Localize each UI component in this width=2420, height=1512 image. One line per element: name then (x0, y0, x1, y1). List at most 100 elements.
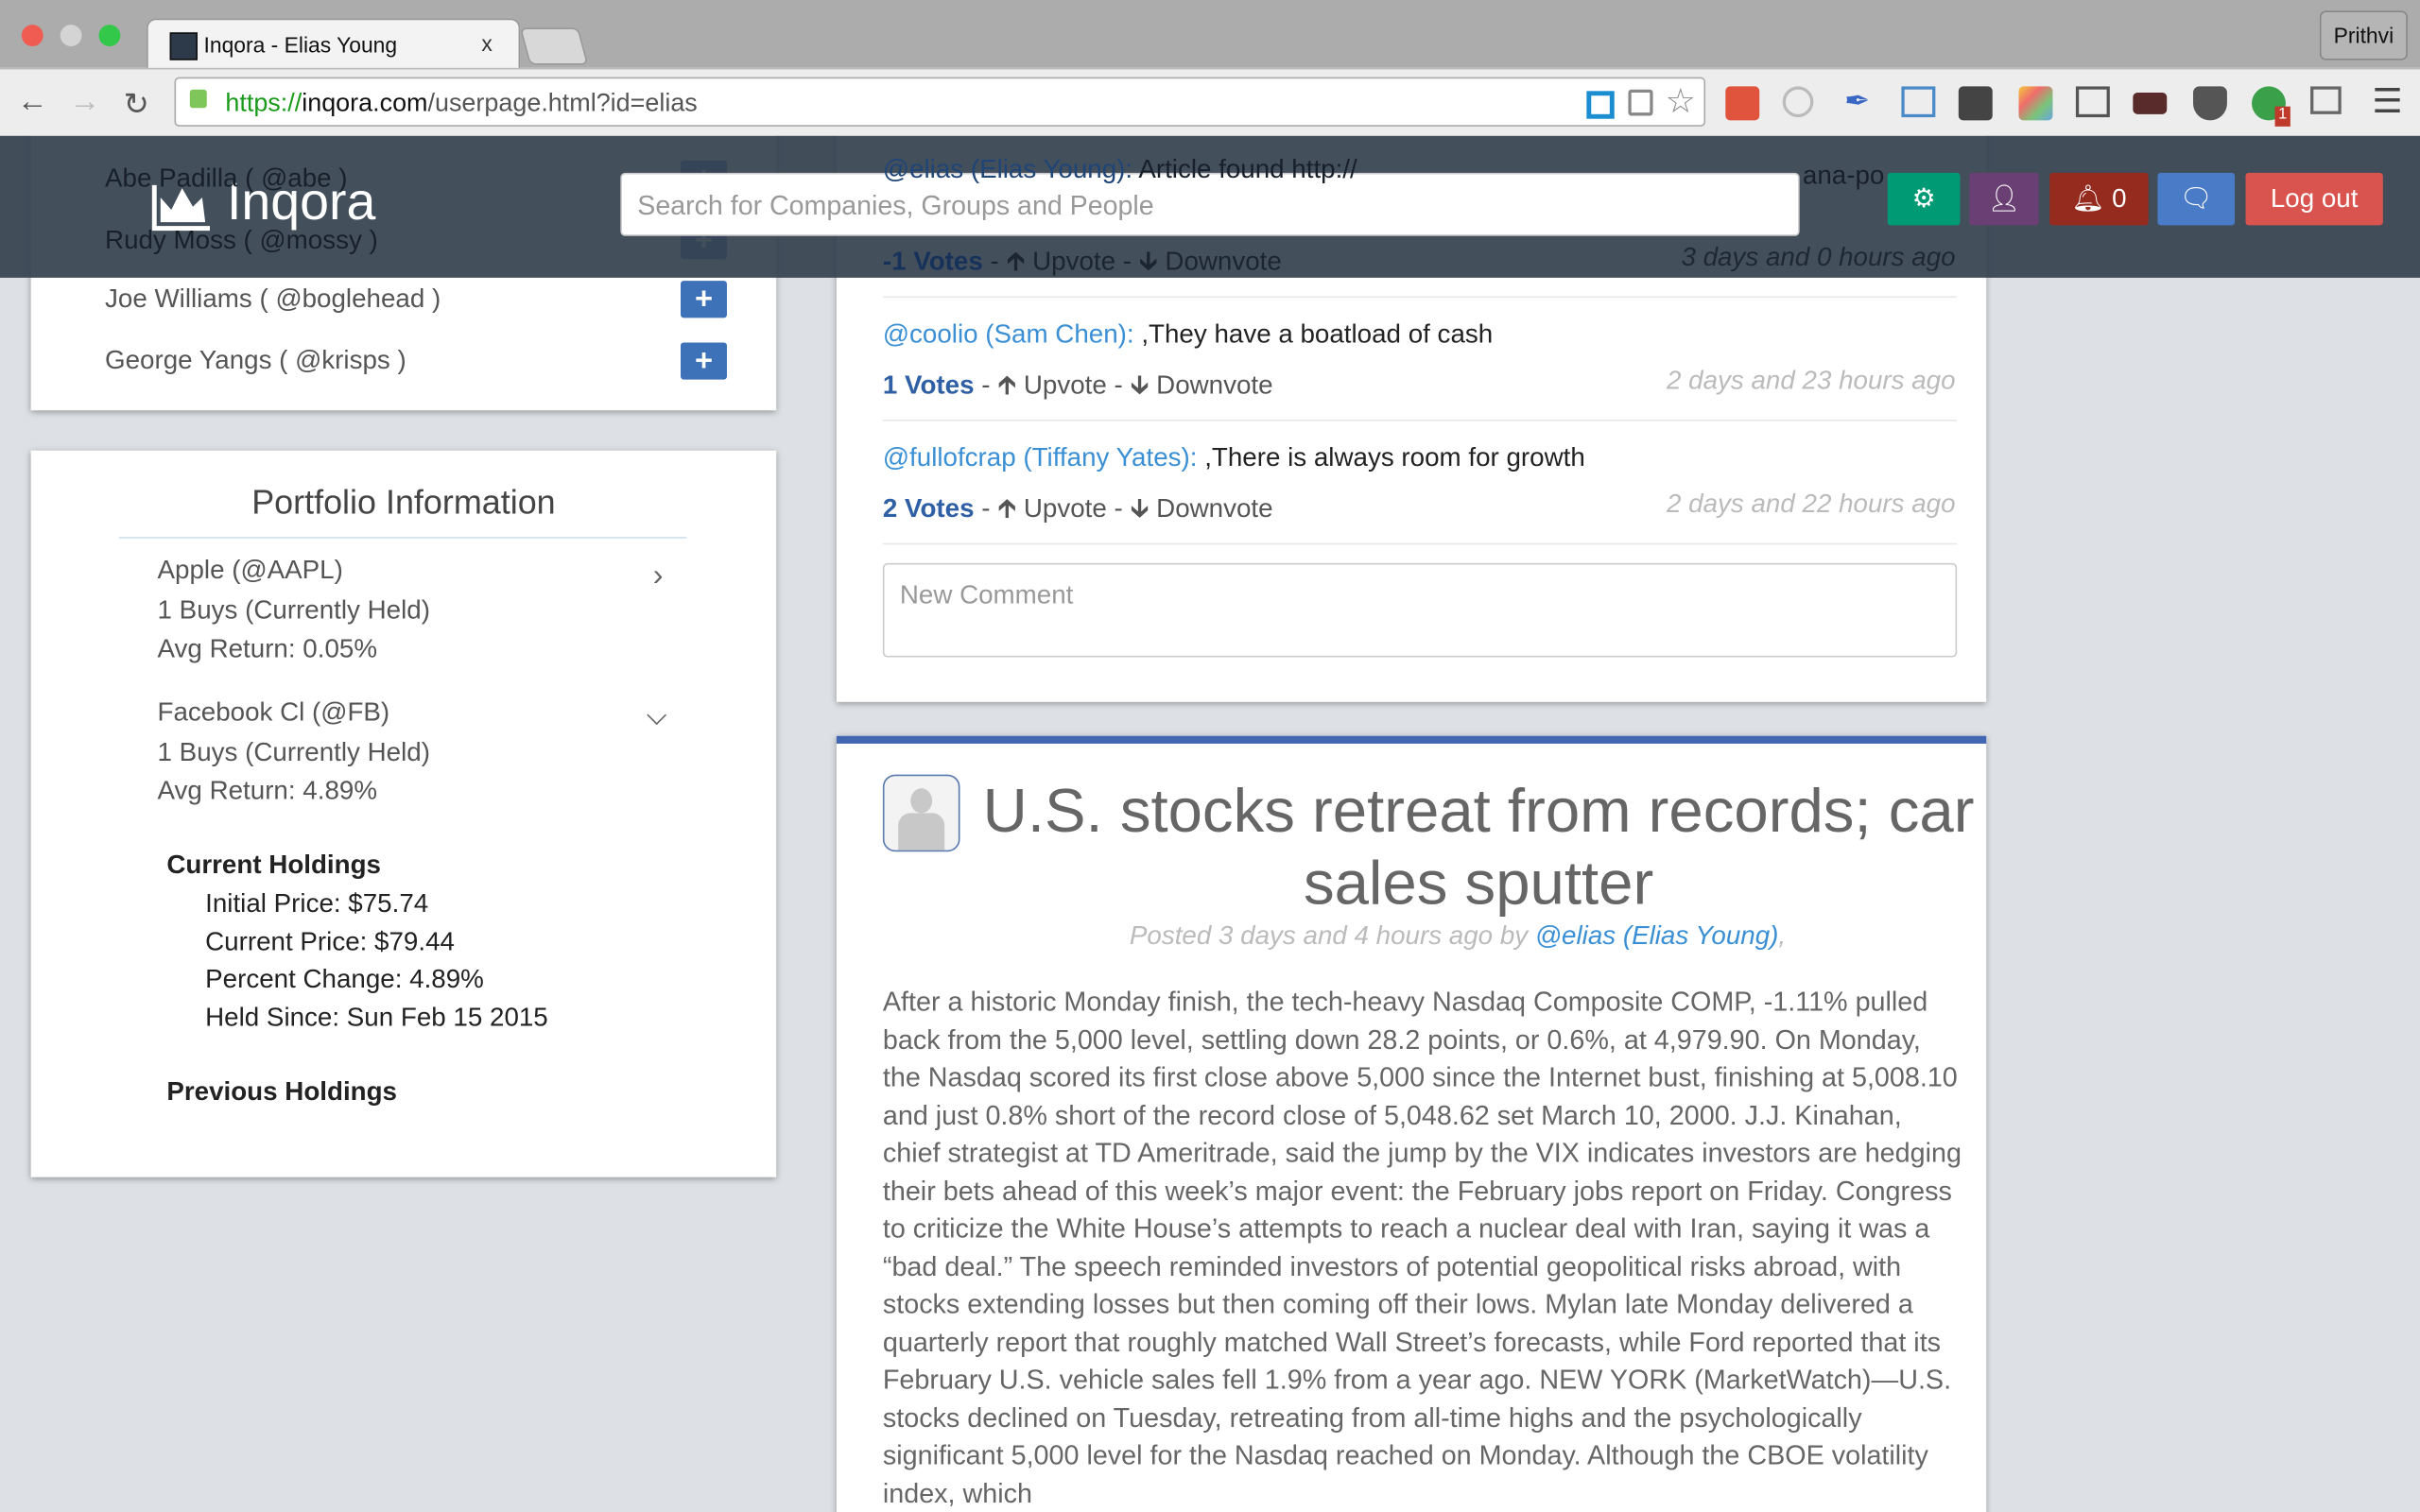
divider (118, 537, 687, 539)
stock-name: Apple (@AAPL) (157, 555, 343, 585)
profile-button[interactable]: 👤︎ (1969, 172, 2039, 226)
following-item[interactable]: George Yangs ( @krisps ) (105, 346, 406, 377)
portfolio-item-fb[interactable]: Facebook Cl (@FB) 1 Buys (Currently Held… (158, 693, 430, 811)
vote-row: 1 Votes - 🡱 Upvote - 🡳 Downvote (882, 369, 1273, 400)
comment: @fullofcrap (Tiffany Yates): ,There is a… (883, 443, 1585, 474)
vote-count: -1 Votes (882, 247, 983, 277)
close-window-button[interactable] (21, 25, 43, 46)
article-title: U.S. stocks retreat from records; car sa… (982, 777, 1975, 919)
pdf-extension-icon[interactable] (1725, 86, 1760, 121)
device-mode-icon[interactable] (1628, 89, 1653, 116)
vote-count: 1 Votes (882, 369, 975, 400)
screen-share-icon[interactable] (2310, 86, 2342, 114)
url-path: /userpage.html?id=elias (427, 89, 698, 118)
browser-toolbar: ← → ↻ https://inqora.com/userpage.html?i… (0, 67, 2420, 136)
holding-current-price: Current Price: $79.44 (205, 927, 455, 957)
article-meta: Posted 3 days and 4 hours ago by @elias … (1129, 920, 1787, 951)
notifications-button[interactable]: 🔔︎ 0 (2049, 172, 2149, 226)
screenshot-icon[interactable] (1901, 86, 1936, 118)
following-item[interactable]: Joe Williams ( @boglehead ) (105, 284, 441, 315)
settings-button[interactable]: ⚙ (1887, 172, 1961, 226)
holding-held-since: Held Since: Sun Feb 15 2015 (205, 1003, 548, 1033)
address-bar[interactable]: https://inqora.com/userpage.html?id=elia… (174, 77, 1706, 127)
pocket-icon[interactable] (2192, 86, 2227, 121)
article-author-link[interactable]: @elias (Elias Young) (1535, 921, 1779, 951)
comment-author-link[interactable]: @fullofcrap (Tiffany Yates): (883, 443, 1198, 472)
search-extension-icon[interactable] (1782, 86, 1814, 118)
downvote-button[interactable]: 🡳 Downvote (1139, 247, 1282, 276)
notification-count: 0 (2112, 183, 2127, 214)
stock-avg-return: Avg Return: 4.89% (157, 776, 378, 806)
following-item[interactable]: Rudy Moss ( @mossy ) (105, 225, 378, 256)
downvote-button[interactable]: 🡳 Downvote (1131, 370, 1273, 400)
stock-buys: 1 Buys (Currently Held) (157, 594, 430, 625)
url-host: inqora.com (302, 89, 428, 118)
comment-text: ,They have a boatload of cash (1133, 318, 1494, 349)
posted-text: Posted 3 days and 4 hours ago by (1129, 920, 1535, 951)
incognito-extension-icon[interactable] (2133, 92, 2168, 114)
bell-icon: 🔔︎ (2071, 183, 2105, 214)
stock-buys: 1 Buys (Currently Held) (157, 736, 430, 766)
upvote-button[interactable]: 🡱 Upvote (997, 493, 1107, 523)
browser-tab[interactable]: Inqora - Elias Young x (147, 18, 521, 72)
current-holdings-heading: Current Holdings (166, 850, 382, 880)
lock-icon (189, 89, 207, 109)
messages-button[interactable]: 🗨︎ (2157, 172, 2236, 226)
comment-text: ,There is always room for growth (1197, 442, 1585, 472)
vote-count: 2 Votes (882, 493, 975, 524)
comment: @coolio (Sam Chen): ,They have a boatloa… (883, 319, 1493, 351)
comment-timestamp: 2 days and 22 hours ago (1667, 489, 1956, 519)
logout-button[interactable]: Log out (2245, 172, 2383, 226)
upvote-button[interactable]: 🡱 Upvote (1006, 247, 1115, 276)
new-tab-button[interactable] (519, 27, 589, 65)
maximize-window-button[interactable] (98, 25, 121, 46)
gear-icon: ⚙ (1911, 183, 1936, 214)
divider (882, 420, 1958, 421)
comment-author-link[interactable]: @coolio (Sam Chen): (883, 319, 1134, 349)
comment-timestamp: 3 days and 0 hours ago (1681, 242, 1956, 272)
inqora-favicon-icon (169, 32, 198, 60)
url-protocol: https:// (225, 89, 302, 118)
back-icon[interactable]: ← (17, 85, 48, 121)
minimize-window-button[interactable] (60, 25, 82, 46)
profile-button[interactable]: Prithvi (2319, 10, 2408, 60)
forward-icon[interactable]: → (69, 85, 100, 121)
film-icon[interactable] (1958, 86, 1993, 121)
comment-author-link[interactable]: @elias (Elias Young): (883, 154, 1132, 183)
eyedropper-icon[interactable]: ✒ (1844, 82, 1870, 121)
new-comment-input[interactable]: New Comment (882, 562, 1958, 658)
holding-percent-change: Percent Change: 4.89% (205, 964, 484, 994)
tab-title: Inqora - Elias Young (203, 32, 398, 58)
add-follow-button[interactable]: + (680, 281, 727, 318)
divider (882, 542, 1958, 545)
following-item[interactable]: Abe Padilla ( @abe ) (105, 163, 348, 195)
user-icon: 👤︎ (1987, 183, 2021, 214)
add-follow-button[interactable]: + (680, 342, 727, 380)
k-extension-icon[interactable] (2018, 86, 2053, 121)
reload-icon[interactable]: ↻ (124, 85, 149, 124)
chat-bubble-icon: 🗨︎ (2179, 183, 2213, 214)
previous-holdings-heading: Previous Holdings (166, 1076, 397, 1107)
extension-icon[interactable] (1586, 91, 1615, 119)
portfolio-item-aapl[interactable]: Apple (@AAPL) 1 Buys (Currently Held) Av… (158, 551, 430, 669)
divider (882, 296, 1958, 299)
bookmark-star-icon[interactable]: ☆ (1666, 82, 1696, 122)
comment-timestamp: 2 days and 23 hours ago (1667, 365, 1956, 395)
tab-close-icon[interactable]: x (481, 31, 492, 56)
cast-icon[interactable] (2075, 86, 2110, 118)
holding-initial-price: Initial Price: $75.74 (205, 888, 429, 919)
chevron-right-icon[interactable]: › (653, 558, 664, 594)
browser-tab-bar: Inqora - Elias Young x Prithvi (0, 0, 2420, 72)
article-body: After a historic Monday finish, the tech… (882, 986, 1962, 1508)
stock-name: Facebook Cl (@FB) (157, 696, 390, 727)
vote-row: 2 Votes - 🡱 Upvote - 🡳 Downvote (882, 493, 1273, 524)
comment-text-tail: ana-po (1802, 160, 1885, 190)
portfolio-title: Portfolio Information (251, 483, 556, 522)
upvote-button[interactable]: 🡱 Upvote (997, 370, 1107, 400)
badge-count: 1 (2274, 106, 2290, 127)
vote-row: -1 Votes - 🡱 Upvote - 🡳 Downvote (882, 247, 1282, 277)
url-text[interactable]: https://inqora.com/userpage.html?id=elia… (225, 90, 697, 119)
menu-icon[interactable]: ☰ (2372, 82, 2402, 122)
comment-text: Article found http:// (1132, 154, 1357, 184)
downvote-button[interactable]: 🡳 Downvote (1131, 493, 1273, 523)
